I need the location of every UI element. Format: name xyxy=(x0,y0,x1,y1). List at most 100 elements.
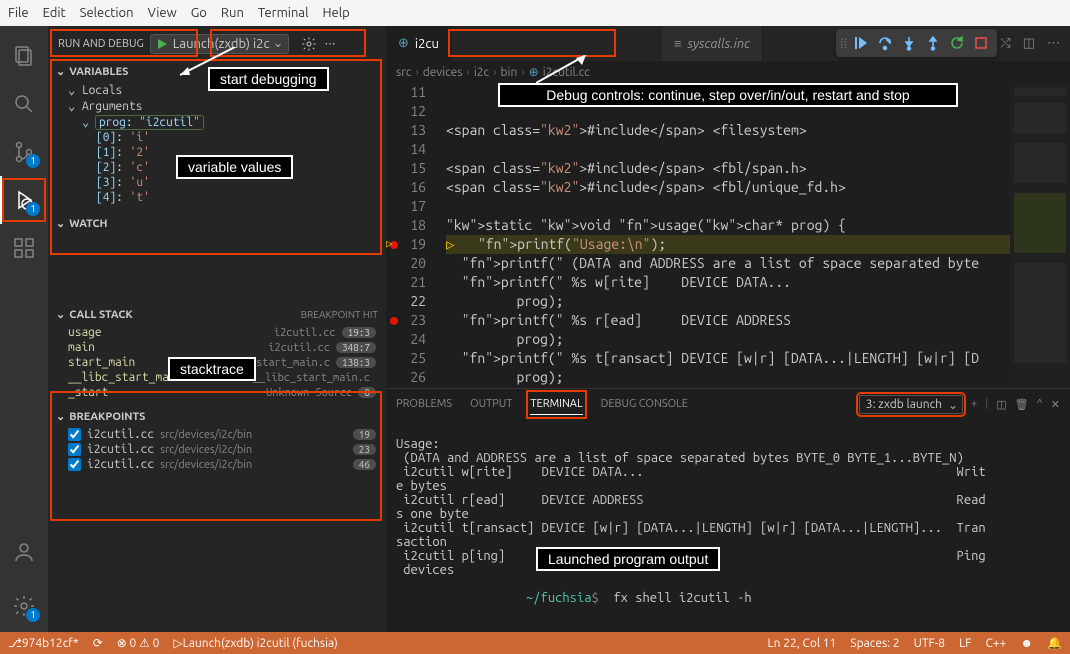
debug-toolbar[interactable]: ⁞⁞ xyxy=(836,29,997,57)
section-callstack[interactable]: ⌄ CALL STACK BREAKPOINT HIT xyxy=(48,304,386,325)
explorer-icon[interactable] xyxy=(0,32,48,80)
settings-gear-icon[interactable]: 1 xyxy=(0,582,48,630)
section-watch[interactable]: ⌄ WATCH xyxy=(48,213,386,234)
breakpoint-row[interactable]: i2cutil.ccsrc/devices/i2c/bin46 xyxy=(48,457,386,472)
continue-button[interactable] xyxy=(849,31,873,55)
code-line[interactable]: ▷ "fn">printf("Usage:\n"); xyxy=(446,235,1010,254)
status-encoding[interactable]: UTF-8 xyxy=(914,636,945,650)
breadcrumb-item[interactable]: bin xyxy=(501,66,518,79)
menu-file[interactable]: File xyxy=(8,6,29,20)
code-line[interactable]: prog); xyxy=(446,368,1010,387)
code-line[interactable]: "fn">printf(" %s w[rite] DEVICE DATA... xyxy=(446,273,1010,292)
status-problems[interactable]: ⊗ 0 ⚠ 0 xyxy=(117,636,160,650)
menu-run[interactable]: Run xyxy=(221,6,244,20)
menu-help[interactable]: Help xyxy=(322,6,349,20)
callstack-status: BREAKPOINT HIT xyxy=(301,309,378,320)
code-line[interactable]: "fn">printf(" (DATA and ADDRESS are a li… xyxy=(446,254,1010,273)
breakpoint-marker[interactable] xyxy=(390,317,398,325)
launch-settings-icon[interactable] xyxy=(301,36,317,52)
cpp-file-icon: ⊕ xyxy=(398,36,409,51)
drag-handle-icon[interactable]: ⁞⁞ xyxy=(840,36,847,51)
split-editor-icon[interactable]: ◫ xyxy=(1023,36,1035,51)
menu-terminal[interactable]: Terminal xyxy=(258,6,309,20)
status-sync[interactable]: ⟳ xyxy=(93,636,103,650)
code-line[interactable]: "fn">printf(" %s p[ing] xyxy=(446,387,1010,388)
arguments-group[interactable]: ⌄ Arguments xyxy=(48,98,386,114)
code-line[interactable]: <span class="kw2">#include</span> <files… xyxy=(446,121,1010,140)
editor-more-icon[interactable]: ⋯ xyxy=(1047,36,1060,51)
code-line[interactable]: "kw">static "kw">void "fn">usage("kw">ch… xyxy=(446,216,1010,235)
tab-label: syscalls.inc xyxy=(687,37,750,51)
terminal-content[interactable]: Usage: (DATA and ADDRESS are a list of s… xyxy=(386,419,1070,632)
step-into-button[interactable] xyxy=(897,31,921,55)
source-control-icon[interactable]: 1 xyxy=(0,128,48,176)
menu-edit[interactable]: Edit xyxy=(43,6,66,20)
breakpoint-checkbox[interactable] xyxy=(68,428,81,441)
breakpoint-row[interactable]: i2cutil.ccsrc/devices/i2c/bin23 xyxy=(48,442,386,457)
prompt-command: fx shell i2cutil -h xyxy=(613,591,751,605)
status-branch[interactable]: ⎇ 974b12cf* xyxy=(8,636,79,650)
status-feedback-icon[interactable]: ☻ xyxy=(1020,636,1033,650)
minimap[interactable] xyxy=(1010,83,1070,388)
tab-problems[interactable]: PROBLEMS xyxy=(396,394,452,414)
terminal-select[interactable]: 3: zxdb launch ⌄ xyxy=(859,395,963,414)
step-out-button[interactable] xyxy=(921,31,945,55)
code-line[interactable] xyxy=(446,140,1010,159)
status-spaces[interactable]: Spaces: 2 xyxy=(850,636,899,650)
breadcrumb-item[interactable]: devices xyxy=(423,66,463,79)
run-debug-icon[interactable]: 1 xyxy=(0,176,48,224)
code-line[interactable]: prog); xyxy=(446,292,1010,311)
tab-debug-console[interactable]: DEBUG CONSOLE xyxy=(601,394,688,414)
accounts-icon[interactable] xyxy=(0,528,48,576)
kill-terminal-icon[interactable]: 🗑 xyxy=(1015,398,1029,411)
search-icon[interactable] xyxy=(0,80,48,128)
tab-syscalls[interactable]: ≡ syscalls.inc xyxy=(662,26,763,61)
start-debug-play-icon[interactable] xyxy=(155,37,169,51)
tab-output[interactable]: OUTPUT xyxy=(470,394,512,414)
status-bell-icon[interactable]: 🔔 xyxy=(1047,636,1062,650)
status-eol[interactable]: LF xyxy=(959,636,971,650)
breakpoint-checkbox[interactable] xyxy=(68,458,81,471)
code-line[interactable] xyxy=(446,197,1010,216)
callstack-row[interactable]: usagei2cutil.cc19:3 xyxy=(48,325,386,340)
menu-go[interactable]: Go xyxy=(191,6,207,20)
maximize-panel-icon[interactable]: ^ xyxy=(1037,398,1043,410)
chevron-down-icon: ⌄ xyxy=(56,308,65,321)
code-line[interactable]: "fn">printf(" %s t[ransact] DEVICE [w|r]… xyxy=(446,349,1010,368)
section-breakpoints[interactable]: ⌄ BREAKPOINTS xyxy=(48,406,386,427)
chevron-down-icon: ⌄ xyxy=(56,217,65,230)
activitybar: 1 1 1 xyxy=(0,26,48,632)
status-lang[interactable]: C++ xyxy=(986,636,1007,650)
code-line[interactable]: <span class="kw2">#include</span> <fbl/s… xyxy=(446,159,1010,178)
tab-i2cutil[interactable]: ⊕ i2cu xyxy=(386,26,452,61)
status-position[interactable]: Ln 22, Col 11 xyxy=(768,636,837,650)
code-line[interactable]: "fn">printf(" %s r[ead] DEVICE ADDRESS xyxy=(446,311,1010,330)
new-terminal-icon[interactable]: + xyxy=(971,398,977,410)
prog-variable[interactable]: ⌄ prog: "i2cutil" xyxy=(48,114,386,130)
tab-label: i2cu xyxy=(415,37,439,51)
menu-selection[interactable]: Selection xyxy=(80,6,134,20)
code-editor[interactable]: 111213141516171819▷2021222324252627 <spa… xyxy=(386,83,1070,388)
code-line[interactable]: <span class="kw2">#include</span> <fbl/u… xyxy=(446,178,1010,197)
code-line[interactable]: prog); xyxy=(446,330,1010,349)
breakpoint-row[interactable]: i2cutil.ccsrc/devices/i2c/bin19 xyxy=(48,427,386,442)
callstack-row[interactable]: maini2cutil.cc348:7 xyxy=(48,340,386,355)
split-terminal-icon[interactable]: ◫ xyxy=(996,398,1006,411)
menu-view[interactable]: View xyxy=(148,6,177,20)
variable-item[interactable]: [4]: 't' xyxy=(48,190,386,205)
compare-icon[interactable]: ⤭ xyxy=(1000,36,1010,51)
callstack-row[interactable]: _startUnknown Source0 xyxy=(48,385,386,400)
restart-button[interactable] xyxy=(945,31,969,55)
breakpoint-checkbox[interactable] xyxy=(68,443,81,456)
close-panel-icon[interactable]: ✕ xyxy=(1051,398,1060,411)
tab-terminal[interactable]: TERMINAL xyxy=(530,394,582,415)
breadcrumb-item[interactable]: i2c xyxy=(474,66,489,79)
breadcrumbs[interactable]: src› devices› i2c› bin› ⊕ i2cutil.cc xyxy=(386,61,1070,83)
status-debug-target[interactable]: ▷ Launch(zxdb) i2cutil (fuchsia) xyxy=(173,636,337,650)
variable-item[interactable]: [0]: 'i' xyxy=(48,130,386,145)
step-over-button[interactable] xyxy=(873,31,897,55)
breadcrumb-item[interactable]: src xyxy=(396,66,411,79)
stop-button[interactable] xyxy=(969,31,993,55)
sidebar-more-icon[interactable]: ⋯ xyxy=(325,37,336,50)
extensions-icon[interactable] xyxy=(0,224,48,272)
